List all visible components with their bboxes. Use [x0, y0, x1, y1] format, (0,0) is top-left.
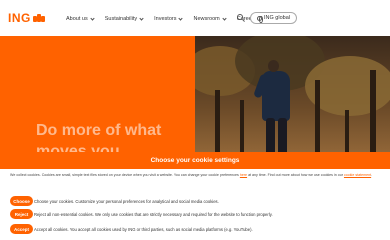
nav-sustainability[interactable]: Sustainability — [104, 15, 144, 22]
site-header: ING About us Sustainability Investors Ne… — [0, 0, 390, 36]
chevron-down-icon — [139, 15, 144, 21]
nav-about-us[interactable]: About us — [66, 15, 95, 22]
reject-description: Reject all non-essential cookies. We onl… — [34, 211, 273, 217]
accept-description: Accept all cookies. You accept all cooki… — [34, 226, 253, 232]
cookie-option-reject: Reject — [10, 209, 33, 219]
search-icon[interactable] — [236, 13, 246, 23]
nav-newsroom[interactable]: Newsroom — [193, 15, 227, 22]
nav-label: Sustainability — [104, 16, 138, 22]
nav-investors[interactable]: Investors — [154, 15, 184, 22]
cookie-intro-text: We collect cookies. Cookies are small, s… — [10, 173, 239, 177]
nav-label: Investors — [154, 16, 177, 22]
globe-icon — [257, 15, 263, 23]
cookie-statement-link[interactable]: cookie statement — [344, 173, 371, 177]
cookie-modal-title: Choose your cookie settings — [150, 157, 240, 164]
lion-icon — [32, 13, 45, 23]
accept-button[interactable]: Accept — [10, 224, 33, 234]
nav-label: Newsroom — [193, 16, 220, 22]
choose-description: Choose your cookies. Customize your pers… — [34, 198, 219, 204]
cookie-intro-text-2: at any time. Find out more about how we … — [248, 173, 343, 177]
cookie-modal-header: Choose your cookie settings — [0, 152, 390, 169]
choose-button[interactable]: Choose — [10, 196, 33, 206]
chevron-down-icon — [178, 15, 184, 21]
cookie-option-accept: Accept — [10, 224, 33, 234]
nav-label: About us — [66, 16, 88, 22]
chevron-down-icon — [90, 15, 95, 21]
global-label: ING global — [264, 15, 290, 21]
cookie-intro-end: . — [371, 173, 373, 177]
chevron-down-icon — [222, 15, 227, 21]
reject-button[interactable]: Reject — [10, 209, 33, 219]
cookie-option-choose: Choose — [10, 196, 33, 206]
ing-logo[interactable]: ING — [8, 11, 45, 25]
logo-text: ING — [8, 11, 31, 25]
cookie-modal: Choose your cookie settings We collect c… — [0, 152, 390, 240]
ing-global-button[interactable]: ING global — [250, 12, 297, 24]
cookie-intro: We collect cookies. Cookies are small, s… — [0, 169, 390, 178]
cookie-preferences-link[interactable]: here — [240, 173, 247, 177]
